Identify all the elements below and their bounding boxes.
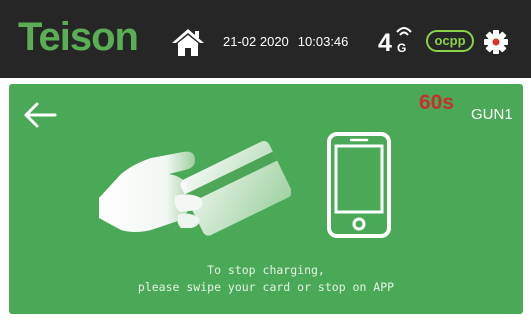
date-time: 21-02 2020 10:03:46 [223, 34, 348, 49]
network-label: 4 [378, 29, 392, 57]
time-label: 10:03:46 [297, 34, 349, 49]
date-label: 21-02 2020 [223, 34, 289, 49]
swipe-card-icon [99, 141, 291, 236]
gear-icon[interactable] [483, 29, 509, 55]
instruction-line-1: To stop charging, [207, 263, 325, 277]
network-type: G [397, 41, 407, 55]
instruction-line-2: please swipe your card or stop on APP [137, 280, 395, 294]
ocpp-badge: ocpp [426, 30, 474, 52]
smartphone-icon [327, 132, 391, 238]
charger-screen: Teison 21-02 2020 10:03:46 4 G ocpp 60s … [0, 0, 531, 323]
signal-waves-icon [396, 27, 412, 36]
gun-label: GUN1 [471, 106, 513, 123]
instruction-text: To stop charging, please swipe your card… [9, 262, 523, 296]
network-indicator: 4 G [378, 24, 418, 60]
back-arrow-icon[interactable] [23, 102, 57, 128]
charging-panel: 60s GUN1 To stop charging, please swipe … [9, 84, 523, 314]
countdown-timer: 60s [419, 91, 455, 114]
status-bar: Teison 21-02 2020 10:03:46 4 G ocpp [0, 0, 531, 78]
home-icon[interactable] [170, 27, 206, 57]
brand-logo: Teison [18, 15, 139, 59]
